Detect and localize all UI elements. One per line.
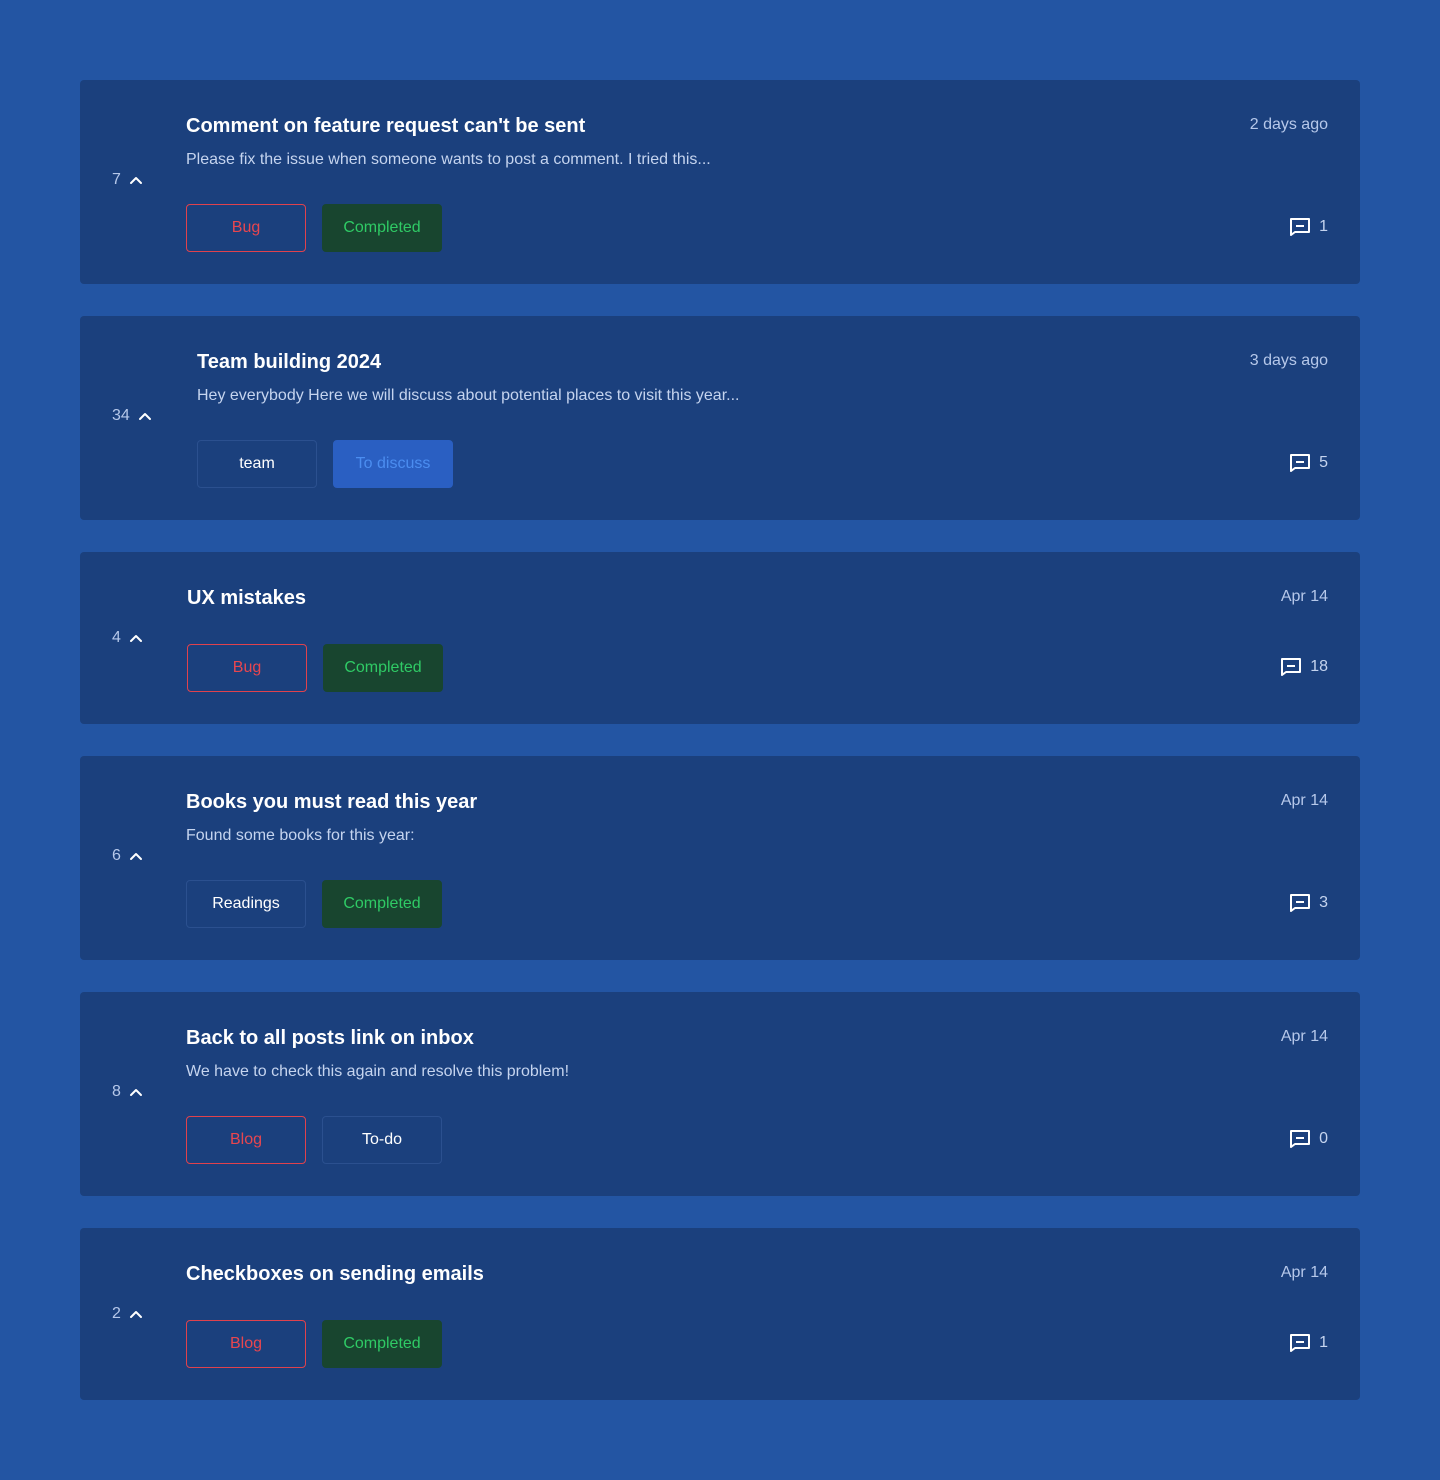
post-body: Comment on feature request can't be sent… [186, 112, 711, 172]
comment-icon [1289, 453, 1311, 473]
vote-count: 4 [112, 629, 121, 646]
comment-count-button[interactable]: 1 [1289, 217, 1328, 237]
comment-count: 5 [1319, 454, 1328, 471]
chevron-up-icon[interactable] [138, 411, 152, 421]
tag-list: Bug Completed [186, 204, 442, 252]
tag-blog[interactable]: Blog [186, 1116, 306, 1164]
post-date: 3 days ago [1249, 352, 1328, 369]
comment-count-button[interactable]: 0 [1289, 1129, 1328, 1149]
post-title[interactable]: Checkboxes on sending emails [186, 1260, 484, 1288]
comment-count: 0 [1319, 1130, 1328, 1147]
post-date: Apr 14 [1280, 1028, 1328, 1045]
comment-count-button[interactable]: 5 [1289, 453, 1328, 473]
post-excerpt: Found some books for this year: [186, 827, 415, 844]
chevron-up-icon[interactable] [129, 1087, 143, 1097]
post-body: Checkboxes on sending emails [186, 1260, 484, 1288]
comment-count-button[interactable]: 1 [1289, 1333, 1328, 1353]
tag-list: Blog To-do [186, 1116, 442, 1164]
vote-count: 2 [112, 1305, 121, 1322]
post-title[interactable]: UX mistakes [187, 584, 306, 612]
post-excerpt: Please fix the issue when someone wants … [186, 151, 711, 168]
status-badge[interactable]: To discuss [333, 440, 453, 488]
tag-team[interactable]: team [197, 440, 317, 488]
chevron-up-icon[interactable] [129, 175, 143, 185]
comment-icon [1289, 1333, 1311, 1353]
tag-list: team To discuss [197, 440, 453, 488]
post-date: 2 days ago [1249, 116, 1328, 133]
post-feed: 7 Comment on feature request can't be se… [80, 80, 1360, 1432]
status-badge[interactable]: Completed [322, 204, 442, 252]
upvote-control[interactable]: 8 [112, 1083, 143, 1101]
upvote-control[interactable]: 4 [112, 629, 143, 647]
comment-icon [1289, 1129, 1311, 1149]
status-badge[interactable]: Completed [323, 644, 443, 692]
post-card[interactable]: 34 Team building 2024 Hey everybody Here… [80, 316, 1360, 520]
post-date: Apr 14 [1280, 588, 1328, 605]
comment-icon [1280, 657, 1302, 677]
post-card[interactable]: 4 UX mistakes Bug Completed Apr 14 18 [80, 552, 1360, 724]
post-body: Books you must read this year Found some… [186, 788, 477, 848]
comment-count: 1 [1319, 218, 1328, 235]
comment-count: 18 [1310, 658, 1328, 675]
comment-count-button[interactable]: 18 [1280, 657, 1328, 677]
vote-count: 8 [112, 1083, 121, 1100]
comment-count: 3 [1319, 894, 1328, 911]
post-body: Team building 2024 Hey everybody Here we… [197, 348, 739, 408]
post-excerpt: We have to check this again and resolve … [186, 1063, 570, 1080]
post-card[interactable]: 8 Back to all posts link on inbox We hav… [80, 992, 1360, 1196]
post-title[interactable]: Books you must read this year [186, 788, 477, 816]
tag-bug[interactable]: Bug [186, 204, 306, 252]
status-badge[interactable]: Completed [322, 1320, 442, 1368]
upvote-control[interactable]: 6 [112, 847, 143, 865]
upvote-control[interactable]: 7 [112, 171, 143, 189]
tag-blog[interactable]: Blog [186, 1320, 306, 1368]
tag-list: Blog Completed [186, 1320, 442, 1368]
tag-list: Readings Completed [186, 880, 442, 928]
comment-count: 1 [1319, 1334, 1328, 1351]
post-body: Back to all posts link on inbox We have … [186, 1024, 569, 1084]
tag-bug[interactable]: Bug [187, 644, 307, 692]
status-badge[interactable]: To-do [322, 1116, 442, 1164]
post-date: Apr 14 [1280, 792, 1328, 809]
vote-count: 34 [112, 407, 130, 424]
tag-readings[interactable]: Readings [186, 880, 306, 928]
chevron-up-icon[interactable] [129, 633, 143, 643]
post-body: UX mistakes [187, 584, 306, 612]
post-title[interactable]: Comment on feature request can't be sent [186, 112, 711, 140]
post-date: Apr 14 [1280, 1264, 1328, 1281]
status-badge[interactable]: Completed [322, 880, 442, 928]
vote-count: 6 [112, 847, 121, 864]
post-title[interactable]: Team building 2024 [197, 348, 739, 376]
vote-count: 7 [112, 171, 121, 188]
tag-list: Bug Completed [187, 644, 443, 692]
upvote-control[interactable]: 2 [112, 1305, 143, 1323]
post-excerpt: Hey everybody Here we will discuss about… [197, 387, 740, 404]
post-card[interactable]: 2 Checkboxes on sending emails Blog Comp… [80, 1228, 1360, 1400]
comment-icon [1289, 217, 1311, 237]
post-title[interactable]: Back to all posts link on inbox [186, 1024, 569, 1052]
upvote-control[interactable]: 34 [112, 407, 152, 425]
chevron-up-icon[interactable] [129, 851, 143, 861]
post-card[interactable]: 7 Comment on feature request can't be se… [80, 80, 1360, 284]
comment-count-button[interactable]: 3 [1289, 893, 1328, 913]
post-card[interactable]: 6 Books you must read this year Found so… [80, 756, 1360, 960]
chevron-up-icon[interactable] [129, 1309, 143, 1319]
comment-icon [1289, 893, 1311, 913]
